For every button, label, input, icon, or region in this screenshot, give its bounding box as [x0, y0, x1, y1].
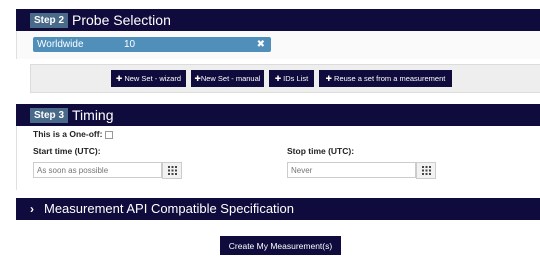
start-time-input[interactable] — [34, 163, 161, 177]
start-time-label: Start time (UTC): — [33, 146, 101, 156]
step2-title: Probe Selection — [72, 12, 171, 28]
start-time-field[interactable] — [33, 162, 162, 178]
stop-time-label: Stop time (UTC): — [287, 146, 355, 156]
step3-title: Timing — [72, 107, 114, 123]
step2-badge: Step 2 — [30, 12, 69, 28]
new-set-manual-button[interactable]: ✚New Set - manual — [191, 70, 264, 87]
stop-time-input[interactable] — [288, 163, 415, 177]
ids-list-button[interactable]: ✚ IDs List — [269, 70, 314, 87]
remove-probe-set-icon[interactable]: ✖ — [257, 37, 265, 52]
one-off-label: This is a One-off: — [33, 129, 103, 139]
new-set-wizard-button[interactable]: ✚ New Set - wizard — [111, 70, 186, 87]
stop-time-field[interactable] — [287, 162, 416, 178]
probe-set-row[interactable]: Worldwide 10 ✖ — [33, 37, 271, 52]
probe-set-area: Worldwide — [37, 39, 84, 50]
step3-header: Step 3 Timing — [16, 104, 540, 126]
chevron-right-icon: › — [30, 202, 34, 216]
start-calendar-icon[interactable] — [162, 162, 182, 179]
probe-set-toolbar: ✚ New Set - wizard ✚New Set - manual ✚ I… — [30, 64, 540, 93]
stop-calendar-icon[interactable] — [416, 162, 436, 179]
create-measurement-button[interactable]: Create My Measurement(s) — [220, 236, 341, 255]
step3-badge: Step 3 — [30, 107, 69, 123]
probe-set-count: 10 — [124, 39, 136, 50]
step2-header: Step 2 Probe Selection — [16, 9, 540, 31]
api-spec-toggle[interactable]: › Measurement API Compatible Specificati… — [16, 198, 540, 220]
reuse-set-button[interactable]: ✚ Reuse a set from a measurement — [319, 70, 452, 87]
api-spec-title: Measurement API Compatible Specification — [44, 201, 295, 216]
one-off-checkbox[interactable] — [105, 131, 113, 139]
